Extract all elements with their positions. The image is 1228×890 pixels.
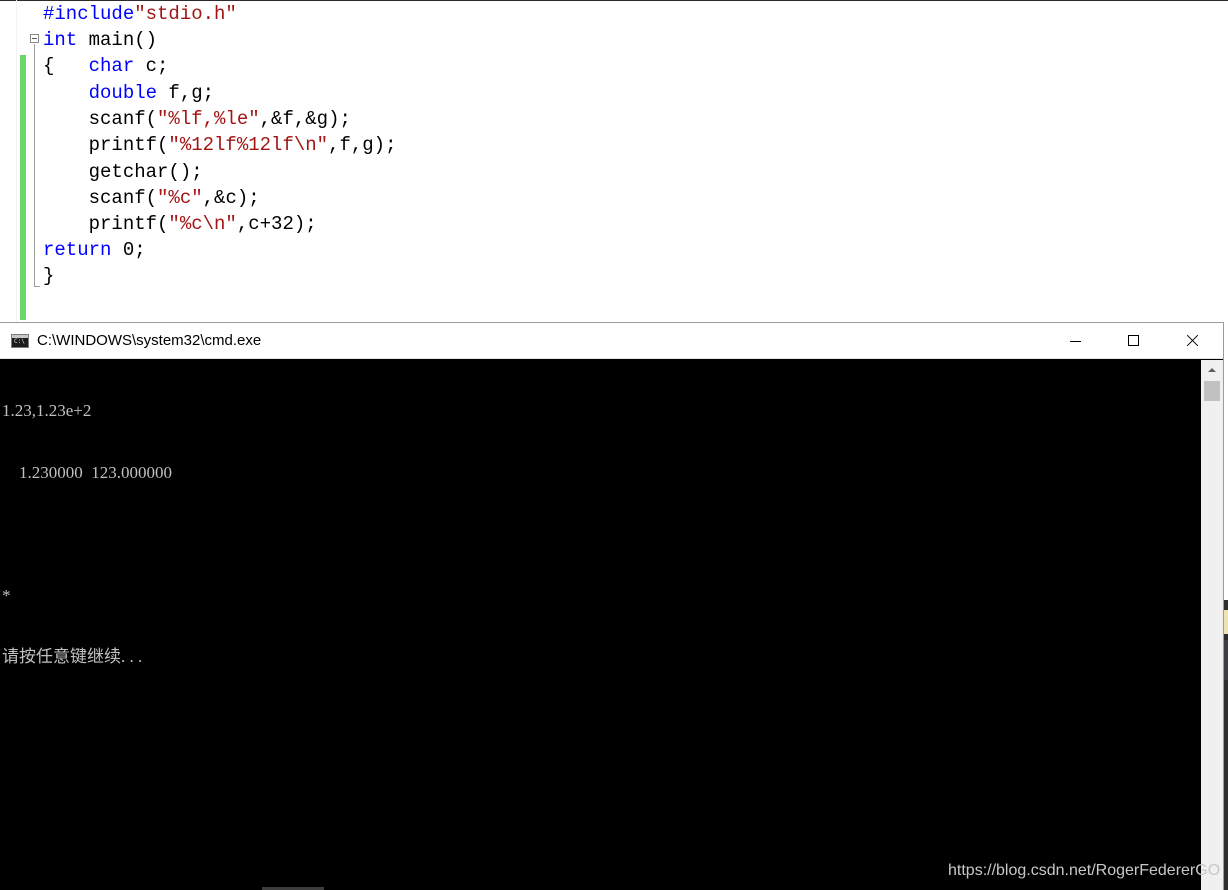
code-token: char xyxy=(88,55,135,77)
code-token: "%c" xyxy=(157,187,203,209)
code-token: int xyxy=(43,29,78,51)
editor-gutter xyxy=(16,0,17,324)
code-token: return xyxy=(43,239,112,261)
code-token: 0; xyxy=(111,239,146,261)
code-token: } xyxy=(43,265,55,287)
console-line: 1.23,1.23e+2 xyxy=(2,401,92,420)
console-titlebar[interactable]: C:\ C:\WINDOWS\system32\cmd.exe xyxy=(0,323,1223,359)
console-line: 1.230000 123.000000 xyxy=(2,462,172,482)
close-button[interactable] xyxy=(1163,323,1221,359)
console-output[interactable]: 1.23,1.23e+2 1.230000 123.000000 * 请按任意键… xyxy=(2,360,1200,890)
collapse-icon[interactable] xyxy=(30,34,39,43)
cmd-icon[interactable]: C:\ xyxy=(11,334,29,348)
code-token: printf( xyxy=(43,134,169,156)
code-token: "stdio.h" xyxy=(134,3,237,25)
scrollbar-thumb[interactable] xyxy=(1204,381,1220,401)
code-token: scanf( xyxy=(43,187,158,209)
vertical-scrollbar[interactable] xyxy=(1201,360,1223,890)
code-line-getchar[interactable]: getchar(); xyxy=(43,159,203,185)
scroll-up-arrow-icon[interactable] xyxy=(1201,360,1223,380)
change-indicator-bar xyxy=(20,55,26,320)
minimize-button[interactable] xyxy=(1047,323,1105,359)
minimize-icon xyxy=(1070,341,1081,342)
screen: #include"stdio.h" int main(){ char c; dou… xyxy=(0,0,1228,890)
code-line-double[interactable]: double f,g; xyxy=(43,80,214,106)
code-token: getchar(); xyxy=(43,161,203,183)
code-token: double xyxy=(88,82,158,104)
code-token: "%lf,%le" xyxy=(157,108,260,130)
console-line: 请按任意键继续. . . xyxy=(2,647,143,666)
code-token: "%12lf%12lf\n" xyxy=(168,134,329,156)
fold-guide xyxy=(34,44,35,286)
code-line-brace-open[interactable]: { char c; xyxy=(43,53,168,79)
code-token: printf( xyxy=(43,213,169,235)
code-line-printf-1[interactable]: printf("%12lf%12lf\n",f,g); xyxy=(43,132,397,158)
fold-guide-end xyxy=(34,286,40,287)
code-line-printf-2[interactable]: printf("%c\n",c+32); xyxy=(43,211,317,237)
code-line-brace-close[interactable]: } xyxy=(43,263,54,289)
code-line-scanf-2[interactable]: scanf("%c",&c); xyxy=(43,185,260,211)
code-token: #include xyxy=(43,3,135,25)
code-token: c; xyxy=(134,55,169,77)
maximize-icon xyxy=(1128,335,1139,346)
code-line-main[interactable]: int main() xyxy=(43,27,157,53)
code-token: ,c+32); xyxy=(236,213,317,235)
console-line: * xyxy=(2,585,11,605)
window-title: C:\WINDOWS\system32\cmd.exe xyxy=(37,332,262,349)
console-window[interactable]: C:\ C:\WINDOWS\system32\cmd.exe 1.23,1.2… xyxy=(0,323,1223,890)
code-token: { xyxy=(43,55,89,77)
watermark: https://blog.csdn.net/RogerFedererGO xyxy=(948,862,1221,879)
code-line-return[interactable]: return 0; xyxy=(43,237,146,263)
code-token: scanf( xyxy=(43,108,158,130)
code-line-scanf-1[interactable]: scanf("%lf,%le",&f,&g); xyxy=(43,106,351,132)
code-token: f,g; xyxy=(157,82,215,104)
code-token: ,f,g); xyxy=(328,134,397,156)
code-editor[interactable]: #include"stdio.h" int main(){ char c; dou… xyxy=(0,0,1228,324)
code-token: ,&f,&g); xyxy=(259,108,351,130)
code-line-include[interactable]: #include"stdio.h" xyxy=(43,1,237,27)
code-token: main() xyxy=(77,29,158,51)
cmd-icon-text: C:\ xyxy=(14,338,25,345)
code-token: ,&c); xyxy=(202,187,260,209)
code-token: "%c\n" xyxy=(168,213,237,235)
maximize-button[interactable] xyxy=(1105,323,1163,359)
